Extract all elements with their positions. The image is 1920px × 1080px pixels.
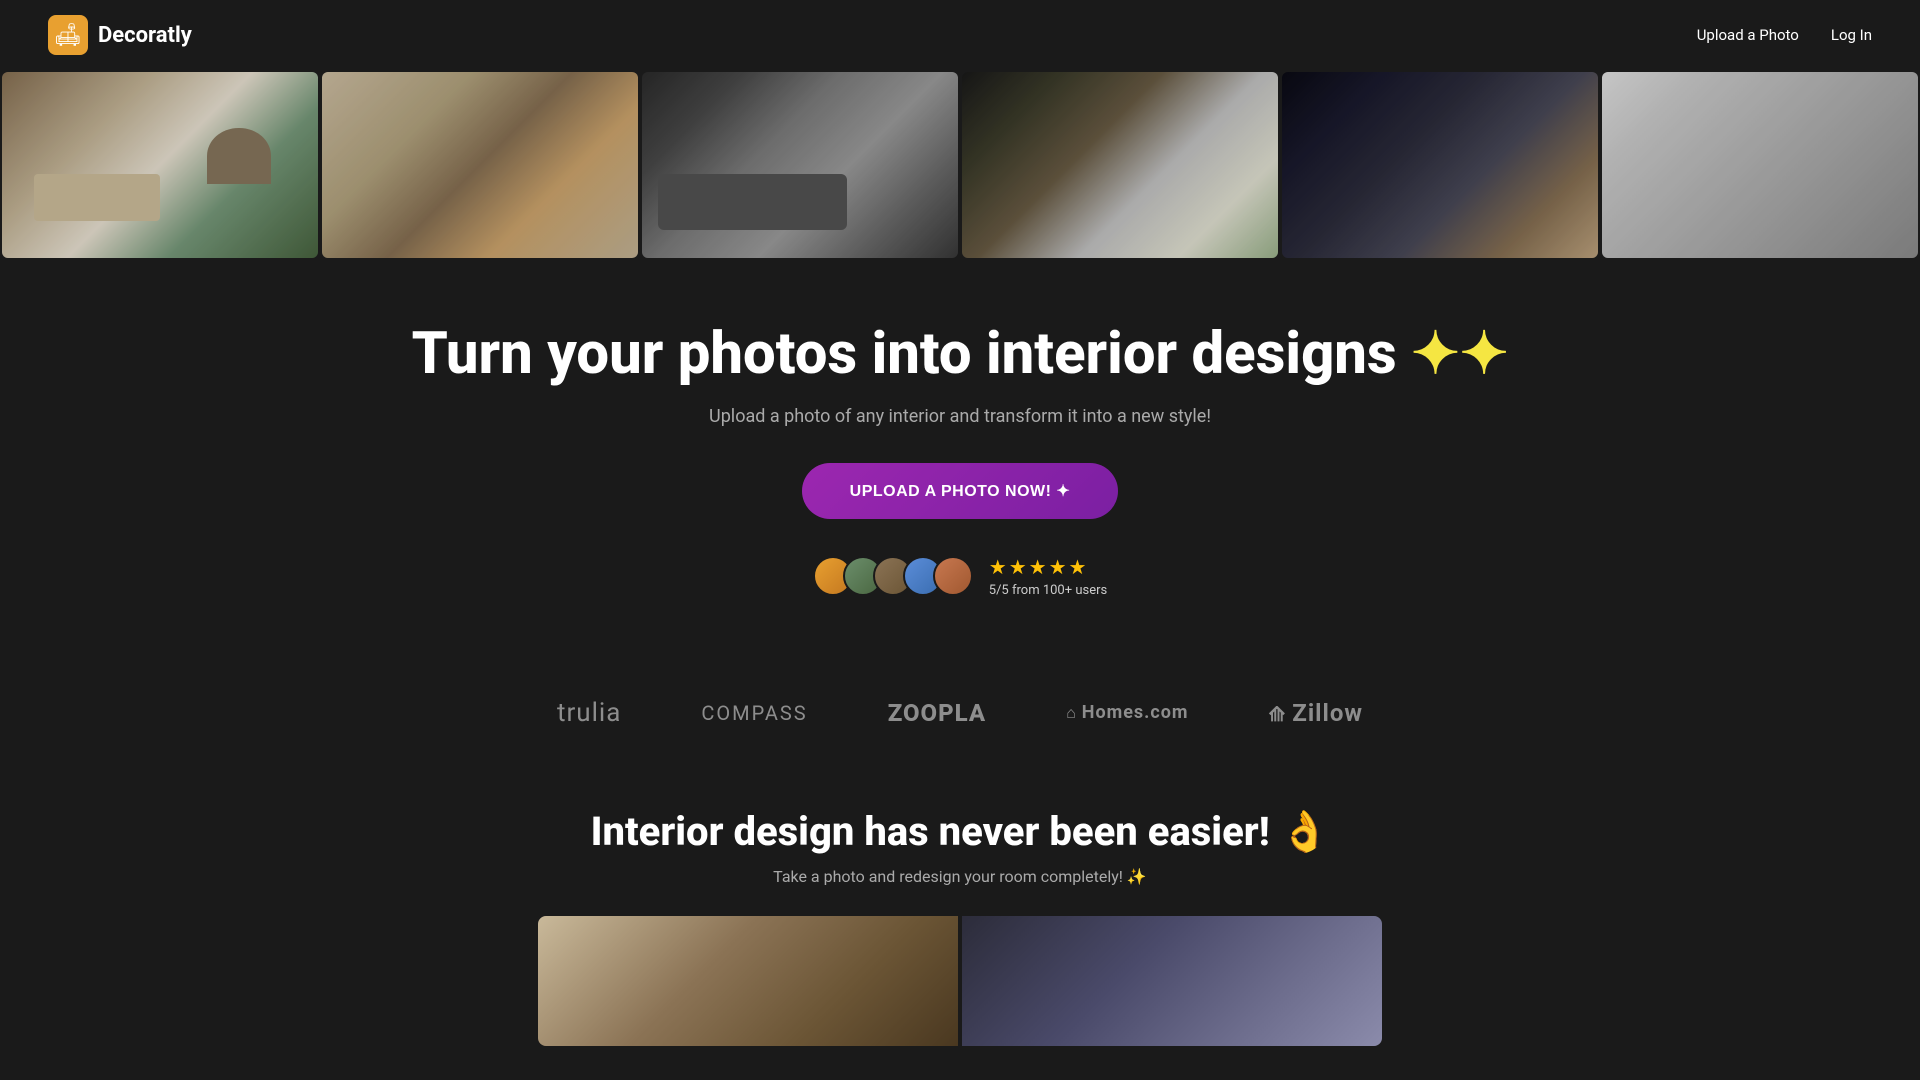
navbar: 🛋 Decoratly Upload a Photo Log In xyxy=(0,0,1920,70)
brands-section: trulia COMPASS ZOOPLA Homes.com Zillow xyxy=(0,658,1920,768)
brand-compass: COMPASS xyxy=(701,701,807,725)
star-5: ★ xyxy=(1069,555,1087,579)
nav-links: Upload a Photo Log In xyxy=(1697,26,1872,44)
section-2: Interior design has never been easier! 👌… xyxy=(0,768,1920,1066)
star-4: ★ xyxy=(1049,555,1067,579)
brand-trulia: trulia xyxy=(557,698,621,728)
logo-emoji: 🛋 xyxy=(54,23,82,48)
hero-section: Turn your photos into interior designs ✦… xyxy=(0,260,1920,638)
section2-title: Interior design has never been easier! 👌 xyxy=(20,808,1900,855)
room-image-1 xyxy=(2,72,318,258)
section2-subtitle: Take a photo and redesign your room comp… xyxy=(20,867,1900,886)
cta-upload-button[interactable]: UPLOAD A PHOTO NOW! ✦ xyxy=(802,463,1119,519)
upload-photo-link[interactable]: Upload a Photo xyxy=(1697,26,1799,44)
brand-zoopla: ZOOPLA xyxy=(888,699,986,727)
hero-subtitle: Upload a photo of any interior and trans… xyxy=(20,406,1900,427)
star-rating: ★ ★ ★ ★ ★ xyxy=(989,555,1087,579)
hero-title: Turn your photos into interior designs ✦… xyxy=(20,320,1900,390)
hero-sparkle: ✦✦ xyxy=(1411,320,1508,388)
brand-homes: Homes.com xyxy=(1066,702,1188,723)
room-image-4 xyxy=(962,72,1278,258)
avatar-5 xyxy=(933,556,973,596)
logo-text: Decoratly xyxy=(98,23,192,48)
rating-area: ★ ★ ★ ★ ★ 5/5 from 100+ users xyxy=(989,555,1107,598)
rating-text: 5/5 from 100+ users xyxy=(989,583,1107,598)
brand-zillow: Zillow xyxy=(1269,699,1364,727)
login-link[interactable]: Log In xyxy=(1831,26,1872,44)
hero-title-main: Turn your photos into interior designs xyxy=(412,320,1397,388)
before-after-preview xyxy=(510,916,1410,1046)
after-panel xyxy=(962,916,1382,1046)
star-1: ★ xyxy=(989,555,1007,579)
social-proof: ★ ★ ★ ★ ★ 5/5 from 100+ users xyxy=(20,555,1900,598)
room-image-6 xyxy=(1602,72,1918,258)
room-image-2 xyxy=(322,72,638,258)
avatar-group xyxy=(813,556,973,596)
room-image-5 xyxy=(1282,72,1598,258)
star-2: ★ xyxy=(1009,555,1027,579)
rating-score: 5/5 xyxy=(989,583,1009,598)
rating-from: from 100+ users xyxy=(1012,583,1107,598)
logo-icon: 🛋 xyxy=(48,15,88,55)
star-3: ★ xyxy=(1029,555,1047,579)
image-strip xyxy=(0,70,1920,260)
logo-area: 🛋 Decoratly xyxy=(48,15,192,55)
room-image-3 xyxy=(642,72,958,258)
before-panel xyxy=(538,916,958,1046)
